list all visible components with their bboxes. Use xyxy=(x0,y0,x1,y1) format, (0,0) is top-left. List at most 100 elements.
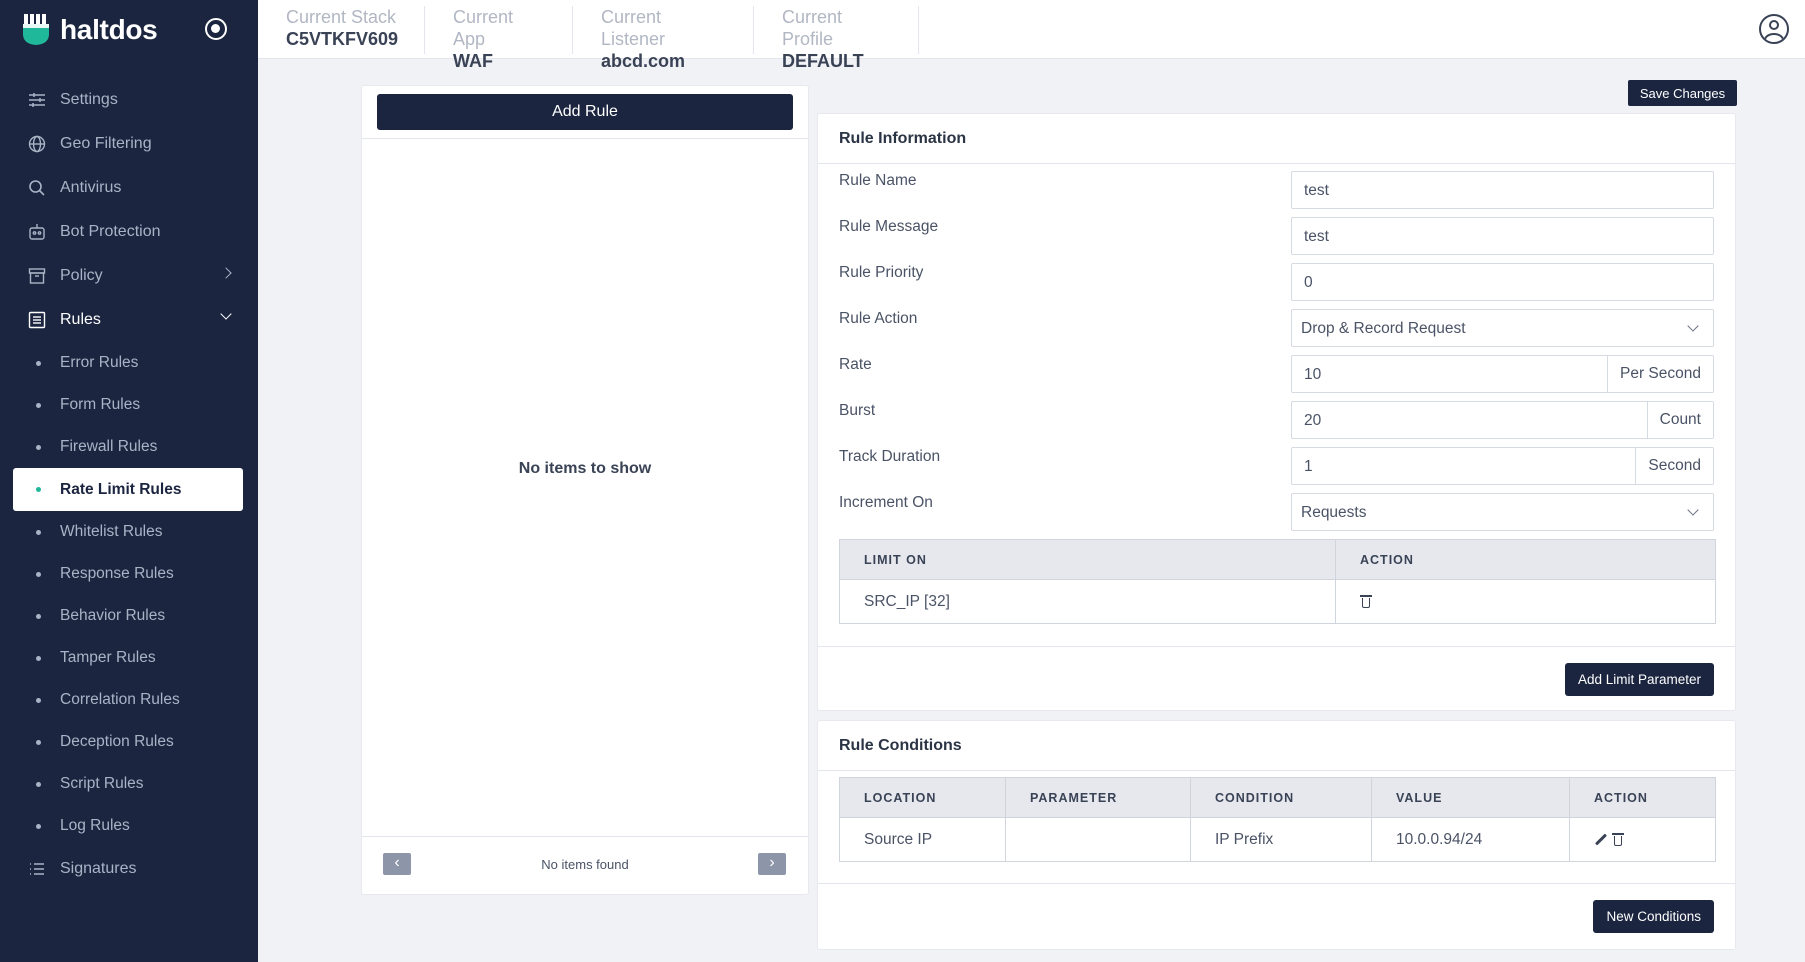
action-cell xyxy=(1569,817,1716,862)
bullet-icon xyxy=(36,572,41,577)
globe-icon xyxy=(28,135,46,153)
conditions-table: LOCATION PARAMETER CONDITION VALUE ACTIO… xyxy=(839,777,1716,862)
trash-icon[interactable] xyxy=(1612,832,1624,847)
sidebar-toggle-icon[interactable] xyxy=(205,18,227,40)
rule-name-input[interactable]: test xyxy=(1291,171,1714,209)
sidebar-sub-log-rules[interactable]: Log Rules xyxy=(0,805,258,847)
rule-name-value: test xyxy=(1304,182,1329,199)
rule-name-label: Rule Name xyxy=(839,172,917,189)
col-action: ACTION xyxy=(1569,777,1716,818)
current-profile[interactable]: Current Profile DEFAULT xyxy=(754,6,919,71)
rule-conditions-title: Rule Conditions xyxy=(818,721,1735,771)
increment-on-value: Requests xyxy=(1301,504,1367,521)
new-conditions-button[interactable]: New Conditions xyxy=(1593,900,1714,933)
sidebar-sub-correlation-rules[interactable]: Correlation Rules xyxy=(0,679,258,721)
sidebar-sub-response-rules[interactable]: Response Rules xyxy=(0,553,258,595)
sidebar-item-rules[interactable]: Rules xyxy=(0,298,258,342)
increment-on-row: Increment On Requests xyxy=(839,493,1714,531)
archive-icon xyxy=(28,268,46,284)
burst-value: 20 xyxy=(1304,412,1322,429)
track-duration-value: 1 xyxy=(1304,458,1313,475)
add-limit-parameter-button[interactable]: Add Limit Parameter xyxy=(1564,663,1714,696)
track-duration-input[interactable]: 1 Second xyxy=(1291,447,1714,485)
burst-unit: Count xyxy=(1646,402,1713,438)
current-app-value: WAF xyxy=(453,51,493,71)
bullet-icon xyxy=(36,740,41,745)
track-duration-unit: Second xyxy=(1635,448,1713,484)
sidebar-sub-rate-limit-rules[interactable]: Rate Limit Rules xyxy=(13,468,243,511)
sidebar-sub-behavior-rules[interactable]: Behavior Rules xyxy=(0,595,258,637)
sidebar-item-geo-filtering[interactable]: Geo Filtering xyxy=(0,122,258,166)
sub-label: Error Rules xyxy=(60,354,139,371)
track-duration-label: Track Duration xyxy=(839,448,941,465)
sidebar-sub-deception-rules[interactable]: Deception Rules xyxy=(0,721,258,763)
rule-action-value: Drop & Record Request xyxy=(1301,320,1466,337)
trash-icon[interactable] xyxy=(1360,594,1372,609)
sidebar-item-settings[interactable]: Settings xyxy=(0,78,258,122)
top-header: Current Stack C5VTKFV609 Current App WAF… xyxy=(258,0,1805,71)
sub-label: Whitelist Rules xyxy=(60,523,163,540)
rate-label: Rate xyxy=(839,356,872,373)
sidebar-item-label: Signatures xyxy=(60,860,137,877)
user-avatar-icon[interactable] xyxy=(1759,14,1789,44)
sidebar-item-signatures[interactable]: Signatures xyxy=(0,847,258,891)
rule-action-row: Rule Action Drop & Record Request xyxy=(839,309,1714,347)
table-row: Source IP IP Prefix 10.0.0.94/24 xyxy=(839,817,1716,862)
sidebar-sub-whitelist-rules[interactable]: Whitelist Rules xyxy=(0,511,258,553)
sidebar-sub-form-rules[interactable]: Form Rules xyxy=(0,384,258,426)
table-row: SRC_IP [32] xyxy=(839,579,1716,624)
rate-value: 10 xyxy=(1304,366,1322,383)
divider xyxy=(818,883,1735,884)
rule-message-input[interactable]: test xyxy=(1291,217,1714,255)
current-stack-label: Current Stack xyxy=(286,7,397,27)
sidebar-item-bot-protection[interactable]: Bot Protection xyxy=(0,210,258,254)
current-listener-label: Current Listener xyxy=(601,7,666,49)
current-app[interactable]: Current App WAF xyxy=(425,6,573,71)
rule-priority-row: Rule Priority 0 xyxy=(839,263,1714,301)
current-profile-label: Current Profile xyxy=(782,7,843,49)
current-listener[interactable]: Current Listener abcd.com xyxy=(573,6,754,71)
increment-on-label: Increment On xyxy=(839,494,933,511)
sidebar-item-label: Policy xyxy=(60,267,103,284)
save-changes-button[interactable]: Save Changes xyxy=(1628,80,1737,106)
edit-icon[interactable] xyxy=(1594,833,1608,846)
bullet-icon xyxy=(36,824,41,829)
rule-priority-input[interactable]: 0 xyxy=(1291,263,1714,301)
sidebar-item-label: Antivirus xyxy=(60,179,122,196)
sidebar-sub-firewall-rules[interactable]: Firewall Rules xyxy=(0,426,258,468)
bullet-icon xyxy=(36,445,41,450)
divider xyxy=(362,138,808,139)
bullet-icon xyxy=(36,530,41,535)
rate-input[interactable]: 10 Per Second xyxy=(1291,355,1714,393)
current-listener-value: abcd.com xyxy=(601,51,686,71)
current-stack[interactable]: Current Stack C5VTKFV609 xyxy=(258,6,425,54)
bullet-icon xyxy=(36,782,41,787)
col-action: ACTION xyxy=(1335,539,1716,580)
sidebar-sub-script-rules[interactable]: Script Rules xyxy=(0,763,258,805)
logo[interactable]: haltdos xyxy=(22,12,158,48)
increment-on-select[interactable]: Requests xyxy=(1291,493,1714,531)
rate-unit: Per Second xyxy=(1607,356,1713,392)
sidebar-sub-error-rules[interactable]: Error Rules xyxy=(0,342,258,384)
rule-priority-label: Rule Priority xyxy=(839,264,924,281)
rule-action-select[interactable]: Drop & Record Request xyxy=(1291,309,1714,347)
rule-name-row: Rule Name test xyxy=(839,171,1714,209)
sidebar-item-policy[interactable]: Policy xyxy=(0,254,258,298)
sidebar-nav: Settings Geo Filtering Antivirus Bot Pro… xyxy=(0,78,258,891)
sidebar-item-antivirus[interactable]: Antivirus xyxy=(0,166,258,210)
sub-label: Rate Limit Rules xyxy=(60,480,182,498)
condition-cell: IP Prefix xyxy=(1190,817,1372,862)
divider xyxy=(818,646,1735,647)
current-app-label: Current App xyxy=(453,7,514,49)
chevron-right-icon xyxy=(220,267,232,279)
list-icon xyxy=(28,311,46,329)
sidebar-item-label: Geo Filtering xyxy=(60,135,152,152)
burst-row: Burst 20 Count xyxy=(839,401,1714,439)
add-rule-button[interactable]: Add Rule xyxy=(377,94,793,130)
sidebar-sub-tamper-rules[interactable]: Tamper Rules xyxy=(0,637,258,679)
current-stack-value: C5VTKFV609 xyxy=(286,29,399,49)
rule-information-title: Rule Information xyxy=(818,114,1735,164)
burst-input[interactable]: 20 Count xyxy=(1291,401,1714,439)
next-page-button[interactable]: › xyxy=(758,853,786,875)
rule-information-card: Rule Information Rule Name test Rule Mes… xyxy=(817,113,1736,711)
